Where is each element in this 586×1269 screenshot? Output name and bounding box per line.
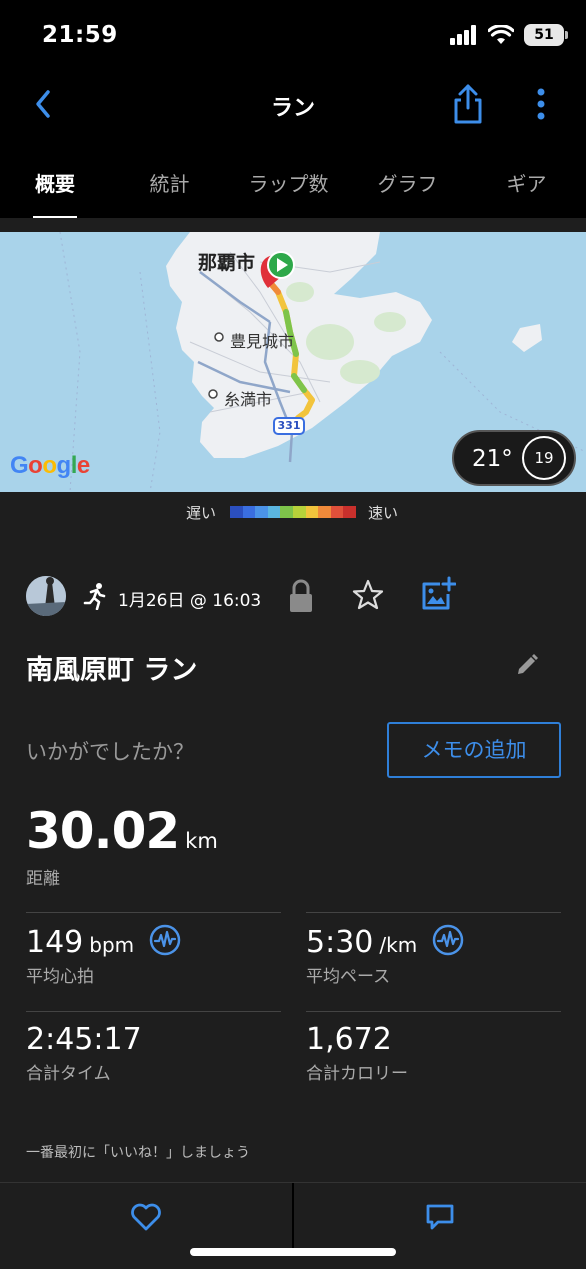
stat-divider bbox=[26, 912, 281, 913]
total-time-value: 2:45:17 bbox=[26, 1022, 142, 1057]
heart-rate-chart-icon[interactable] bbox=[149, 924, 181, 956]
status-icons: 51 bbox=[450, 24, 568, 46]
pencil-icon[interactable] bbox=[514, 652, 540, 678]
stat-divider bbox=[26, 1011, 281, 1012]
heart-rate-label: 平均心拍 bbox=[26, 967, 94, 987]
distance-unit: km bbox=[185, 829, 218, 853]
legend-color-swatch bbox=[242, 506, 256, 518]
top-nav: ラン bbox=[0, 70, 586, 140]
heart-rate-stat: 149 bpm 平均心拍 bbox=[26, 924, 181, 987]
map-label-itoman: 糸満市 bbox=[224, 390, 273, 409]
calories-stat: 1,672 合計カロリー bbox=[306, 1022, 408, 1084]
heart-rate-unit: bpm bbox=[89, 933, 135, 957]
legend-color-swatch bbox=[255, 506, 268, 518]
battery-indicator: 51 bbox=[524, 24, 568, 46]
tab-stats[interactable]: 統計 bbox=[110, 150, 229, 220]
legend-slow-label: 遅い bbox=[186, 504, 217, 522]
map-route-label: 331 bbox=[277, 419, 301, 432]
weather-widget: 21° 19 bbox=[452, 430, 576, 486]
star-icon[interactable] bbox=[351, 578, 385, 612]
running-icon bbox=[83, 583, 106, 610]
comment-icon[interactable] bbox=[424, 1202, 456, 1232]
pace-value: 5:30 bbox=[306, 925, 374, 960]
google-logo: Google bbox=[10, 452, 90, 479]
pace-chart-icon[interactable] bbox=[432, 924, 464, 956]
activity-title: 南風原町 ラン bbox=[26, 655, 198, 686]
home-indicator bbox=[190, 1248, 396, 1256]
distance-label: 距離 bbox=[26, 869, 60, 889]
tab-gear[interactable]: ギア bbox=[467, 150, 586, 220]
legend-fast-label: 速い bbox=[368, 504, 399, 522]
legend-color-swatch bbox=[318, 506, 331, 518]
calories-label: 合計カロリー bbox=[306, 1064, 408, 1084]
legend-color-scale bbox=[230, 506, 356, 518]
tab-overview[interactable]: 概要 bbox=[0, 150, 110, 220]
pace-stat: 5:30/km 平均ペース bbox=[306, 924, 464, 987]
activity-meta-row: 1月26日 @ 16:03 bbox=[26, 576, 566, 616]
pace-legend: 遅い 速い bbox=[0, 492, 586, 540]
total-time-stat: 2:45:17 合計タイム bbox=[26, 1022, 142, 1084]
legend-color-swatch bbox=[292, 506, 306, 518]
tab-divider bbox=[0, 218, 586, 232]
calories-value: 1,672 bbox=[306, 1022, 392, 1057]
like-prompt: 一番最初に「いいね！」しましょう bbox=[26, 1145, 250, 1161]
legend-color-swatch bbox=[330, 506, 344, 518]
wifi-icon bbox=[488, 25, 514, 44]
tab-laps[interactable]: ラップ数 bbox=[229, 150, 348, 220]
heart-rate-value: 149 bbox=[26, 925, 84, 960]
legend-color-swatch bbox=[267, 506, 281, 518]
pace-unit: /km bbox=[379, 933, 418, 957]
legend-color-swatch bbox=[343, 506, 356, 518]
activity-date: 1月26日 @ 16:03 bbox=[118, 591, 262, 611]
map-label-tomigusuku: 豊見城市 bbox=[230, 332, 295, 351]
legend-color-swatch bbox=[230, 506, 243, 518]
signal-icon bbox=[450, 25, 476, 45]
activity-overview: 1月26日 @ 16:03 南風原町 ラン いかがでしたか？ メモの追加 30.… bbox=[0, 540, 586, 1182]
lock-icon[interactable] bbox=[286, 578, 316, 614]
legend-color-swatch bbox=[280, 506, 293, 518]
legend-color-swatch bbox=[305, 506, 319, 518]
page-title: ラン bbox=[270, 96, 315, 121]
share-icon[interactable] bbox=[448, 82, 488, 126]
distance-stat: 30.02 km bbox=[26, 802, 218, 860]
route-map[interactable]: 那覇市 豊見城市 糸満市 331 Google 21° 19 bbox=[0, 232, 586, 492]
avatar[interactable] bbox=[26, 576, 66, 616]
stat-divider bbox=[306, 912, 561, 913]
wind-speed-dial: 19 bbox=[522, 436, 566, 480]
feeling-prompt: いかがでしたか？ bbox=[26, 740, 194, 764]
add-photo-icon[interactable] bbox=[420, 576, 456, 612]
tab-bar: 概要 統計 ラップ数 グラフ ギア bbox=[0, 150, 586, 220]
map-label-naha: 那覇市 bbox=[198, 252, 256, 274]
status-time: 21:59 bbox=[42, 22, 118, 48]
tab-graphs[interactable]: グラフ bbox=[348, 150, 467, 220]
pace-label: 平均ペース bbox=[306, 967, 391, 987]
weather-temperature: 21° bbox=[472, 446, 513, 472]
total-time-label: 合計タイム bbox=[26, 1064, 111, 1084]
distance-value: 30.02 bbox=[26, 802, 180, 860]
status-bar: 21:59 51 bbox=[0, 0, 586, 70]
add-memo-button[interactable]: メモの追加 bbox=[387, 722, 561, 778]
more-vertical-icon[interactable] bbox=[526, 84, 556, 124]
heart-icon[interactable] bbox=[130, 1202, 162, 1232]
stat-divider bbox=[306, 1011, 561, 1012]
